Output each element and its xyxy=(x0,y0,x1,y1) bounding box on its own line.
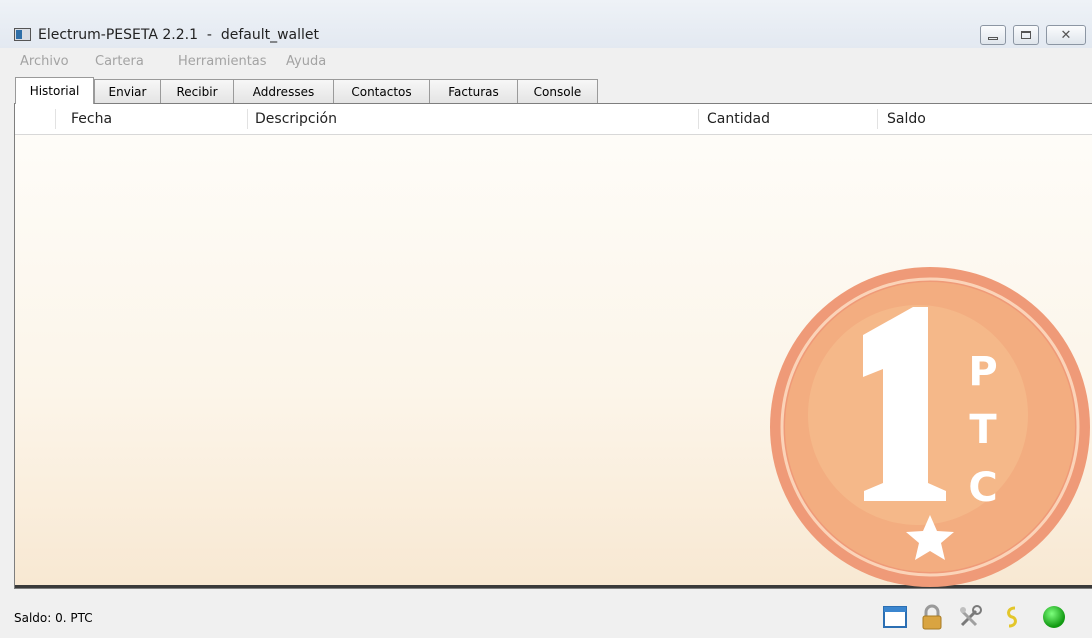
tab-recibir[interactable]: Recibir xyxy=(160,79,234,103)
balance-label: Saldo: 0. PTC xyxy=(14,611,93,625)
coin-letter-t: T xyxy=(969,407,997,453)
coin-letter-p: P xyxy=(968,349,997,395)
window-title: Electrum-PESETA 2.2.1 - default_wallet xyxy=(38,27,320,43)
menu-herramientas[interactable]: Herramientas xyxy=(178,54,267,69)
network-status-icon[interactable] xyxy=(1041,604,1067,630)
tab-contactos[interactable]: Contactos xyxy=(333,79,430,103)
maximize-button[interactable] xyxy=(1013,25,1039,45)
table-header: Fecha Descripción Cantidad Saldo xyxy=(15,104,1092,135)
maximize-icon xyxy=(1021,31,1031,39)
status-bar: Saldo: 0. PTC xyxy=(0,594,1092,638)
tab-facturas[interactable]: Facturas xyxy=(429,79,518,103)
tab-historial[interactable]: Historial xyxy=(15,77,94,104)
menu-archivo[interactable]: Archivo xyxy=(20,54,69,69)
column-cantidad[interactable]: Cantidad xyxy=(707,104,770,134)
minimize-icon xyxy=(988,36,998,40)
column-saldo[interactable]: Saldo xyxy=(887,104,926,134)
close-icon: ✕ xyxy=(1060,27,1072,43)
tab-enviar[interactable]: Enviar xyxy=(94,79,161,103)
peseta-coin-watermark: P T C xyxy=(770,267,1090,587)
column-fecha[interactable]: Fecha xyxy=(71,104,112,134)
close-button[interactable]: ✕ xyxy=(1046,25,1086,45)
menu-bar: Archivo Cartera Herramientas Ayuda xyxy=(0,50,1092,72)
coin-letter-c: C xyxy=(968,465,997,511)
lock-icon[interactable] xyxy=(919,604,945,630)
app-icon xyxy=(14,28,31,41)
column-descripcion[interactable]: Descripción xyxy=(255,104,337,134)
title-bar: Electrum-PESETA 2.2.1 - default_wallet ✕ xyxy=(0,0,1092,48)
tab-addresses[interactable]: Addresses xyxy=(233,79,334,103)
menu-ayuda[interactable]: Ayuda xyxy=(286,54,326,69)
tab-console[interactable]: Console xyxy=(517,79,598,103)
minimize-button[interactable] xyxy=(980,25,1006,45)
tools-icon[interactable] xyxy=(957,604,983,630)
menu-cartera[interactable]: Cartera xyxy=(95,54,144,69)
window-icon[interactable] xyxy=(882,604,908,630)
seed-icon[interactable] xyxy=(999,604,1025,630)
